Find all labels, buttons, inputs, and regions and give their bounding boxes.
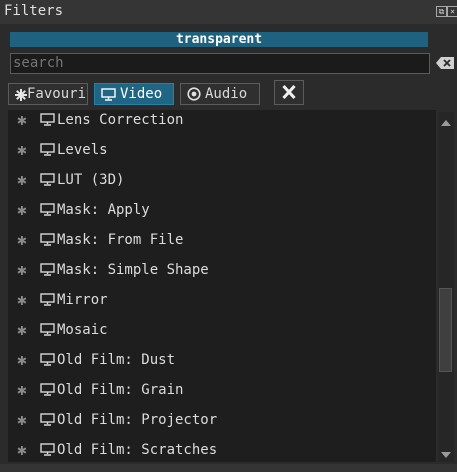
monitor-icon [40, 293, 55, 306]
scroll-down-arrow[interactable] [441, 452, 451, 458]
favourite-star-icon[interactable]: ✱ [17, 320, 27, 340]
filter-label: Mosaic [57, 322, 108, 338]
panel-titlebar: Filters ⧉ × [0, 0, 457, 24]
tab-audio-label: Audio [205, 86, 248, 102]
favourite-star-icon[interactable]: ✱ [17, 260, 27, 280]
favourite-star-icon[interactable]: ✱ [17, 170, 27, 190]
monitor-icon [40, 353, 55, 366]
filter-label: Old Film: Projector [57, 412, 218, 428]
monitor-icon [40, 383, 55, 396]
filter-list-item[interactable]: ✱ Mask: From File [8, 230, 436, 260]
filter-list-item[interactable]: ✱ Mosaic [8, 320, 436, 350]
filter-list-item[interactable]: ✱ Mirror [8, 290, 436, 320]
search-input[interactable] [10, 53, 430, 74]
scroll-thumb[interactable] [439, 288, 452, 372]
filter-list-item[interactable]: ✱ Mask: Apply [8, 200, 436, 230]
filter-list-item[interactable]: ✱ Lens Correction [8, 110, 436, 140]
status-bar [0, 464, 457, 472]
favourite-star-icon[interactable]: ✱ [17, 350, 27, 370]
current-filter-banner: transparent [10, 32, 428, 47]
tab-audio[interactable]: Audio [180, 83, 260, 105]
favourite-star-icon[interactable]: ✱ [17, 230, 27, 250]
filter-label: Old Film: Scratches [57, 442, 218, 458]
filter-list-item[interactable]: ✱ LUT (3D) [8, 170, 436, 200]
panel-title: Filters [4, 3, 64, 19]
favourite-star-icon[interactable]: ✱ [17, 140, 27, 160]
monitor-icon [101, 88, 116, 101]
filter-label: Lens Correction [57, 112, 184, 128]
tab-favourite-label: Favourite [27, 86, 87, 102]
favourite-star-icon[interactable]: ✱ [17, 200, 27, 220]
filter-list-item[interactable]: ✱ Mask: Simple Shape [8, 260, 436, 290]
filter-label: Mask: From File [57, 232, 184, 248]
close-icon[interactable]: × [447, 6, 457, 17]
monitor-icon [40, 203, 55, 216]
scroll-up-arrow[interactable] [441, 120, 451, 126]
monitor-icon [40, 323, 55, 336]
favourite-star-icon[interactable]: ✱ [17, 440, 27, 460]
monitor-icon [40, 173, 55, 186]
list-scrollbar[interactable] [438, 112, 454, 462]
tab-video[interactable]: Video [94, 83, 174, 105]
filter-label: Old Film: Dust [57, 352, 176, 368]
favourite-star-icon[interactable]: ✱ [17, 410, 27, 430]
star-icon [15, 89, 27, 101]
filter-label: Mask: Apply [57, 202, 150, 218]
speaker-icon [187, 87, 201, 101]
filter-label: Mirror [57, 292, 108, 308]
filter-label: Mask: Simple Shape [57, 262, 209, 278]
float-icon[interactable]: ⧉ [436, 6, 447, 17]
tab-video-label: Video [120, 86, 163, 102]
favourite-star-icon[interactable]: ✱ [17, 290, 27, 310]
clear-search-icon[interactable] [436, 57, 454, 69]
monitor-icon [40, 233, 55, 246]
monitor-icon [40, 413, 55, 426]
filter-list-item[interactable]: ✱ Levels [8, 140, 436, 170]
x-icon [282, 84, 296, 100]
filter-list-item[interactable]: ✱ Old Film: Projector [8, 410, 436, 440]
favourite-star-icon[interactable]: ✱ [17, 110, 27, 130]
filter-label: LUT (3D) [57, 172, 125, 188]
favourite-star-icon[interactable]: ✱ [17, 380, 27, 400]
filter-list: ✱ Lens Correction ✱ Levels ✱ LUT (3D) ✱ Mask: A… [8, 110, 436, 462]
filter-list-item[interactable]: ✱ Old Film: Grain [8, 380, 436, 410]
monitor-icon [40, 143, 55, 156]
filter-list-item[interactable]: ✱ Old Film: Dust [8, 350, 436, 380]
filter-list-item[interactable]: ✱ Old Film: Scratches [8, 440, 436, 462]
monitor-icon [40, 113, 55, 126]
close-filter-button[interactable] [274, 80, 304, 105]
tab-favourite[interactable]: Favourite [8, 83, 88, 105]
filter-label: Levels [57, 142, 108, 158]
monitor-icon [40, 443, 55, 456]
filter-label: Old Film: Grain [57, 382, 184, 398]
monitor-icon [40, 263, 55, 276]
